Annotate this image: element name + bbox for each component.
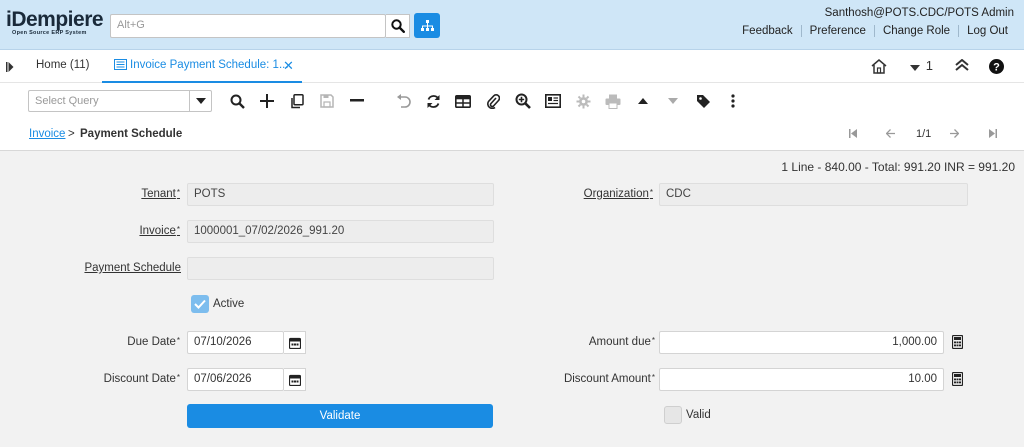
refresh-icon[interactable] (424, 92, 442, 110)
menu-tree-button[interactable] (414, 13, 440, 38)
valid-label: Valid (686, 409, 711, 421)
copy-record-icon[interactable] (288, 92, 306, 110)
due-date-calendar-button[interactable] (284, 331, 306, 354)
due-date-label: Due Date* (127, 336, 180, 348)
last-record-icon[interactable] (989, 129, 997, 141)
tenant-field[interactable]: POTS (187, 183, 494, 206)
undo-icon[interactable] (394, 92, 412, 110)
document-status-line: 1 Line - 840.00 - Total: 991.20 INR = 99… (781, 160, 1015, 174)
user-role-label[interactable]: Santhosh@POTS.CDC/POTS Admin (825, 7, 1014, 19)
breadcrumb: Invoice > Payment Schedule 1/1 (0, 119, 1024, 151)
discount-amount-field[interactable]: 10.00 (659, 368, 944, 391)
payment-schedule-label[interactable]: Payment Schedule (84, 262, 181, 274)
search-icon (390, 19, 405, 33)
breadcrumb-current: Payment Schedule (80, 128, 183, 140)
active-checkbox[interactable] (191, 295, 209, 313)
valid-checkbox[interactable] (664, 406, 682, 424)
previous-record-arrow-icon[interactable] (634, 92, 652, 110)
organization-field[interactable]: CDC (659, 183, 968, 206)
grid-toggle-icon[interactable] (454, 92, 472, 110)
previous-record-icon[interactable] (885, 129, 895, 141)
calendar-icon (288, 337, 301, 349)
invoice-field[interactable]: 1000001_07/02/2026_991.20 (187, 220, 494, 243)
required-mark: * (176, 188, 180, 197)
first-record-icon[interactable] (849, 129, 857, 141)
print-icon[interactable] (604, 92, 622, 110)
discount-amount-label: Discount Amount* (563, 373, 655, 385)
logout-link[interactable]: Log Out (958, 25, 1016, 37)
organization-label[interactable]: Organization* (584, 188, 653, 200)
home-icon[interactable] (871, 59, 887, 77)
query-select-placeholder: Select Query (35, 95, 99, 107)
search-button[interactable] (386, 14, 410, 38)
window-icon (114, 59, 127, 73)
new-record-icon[interactable] (258, 92, 276, 110)
window-tabbar: Home (11) Invoice Payment Schedule: 1...… (0, 50, 1024, 83)
tag-icon[interactable] (694, 92, 712, 110)
checkmark-icon (194, 299, 206, 309)
sitemap-icon (420, 19, 434, 31)
feedback-link[interactable]: Feedback (734, 25, 801, 37)
window-count: 1 (925, 58, 933, 73)
tab-home[interactable]: Home (11) (36, 59, 89, 71)
due-date-field[interactable]: 07/10/2026 (187, 331, 284, 354)
zoom-across-icon[interactable] (514, 92, 532, 110)
global-search-input[interactable]: Alt+G (110, 14, 386, 38)
report-icon[interactable] (544, 92, 562, 110)
close-icon[interactable]: ✕ (283, 58, 294, 74)
query-select[interactable]: Select Query (28, 90, 212, 112)
validate-button[interactable]: Validate (187, 404, 493, 428)
discount-date-label: Discount Date* (103, 373, 180, 385)
window-list-dropdown-icon[interactable] (910, 60, 920, 74)
sidebar-toggle-icon[interactable] (6, 62, 14, 74)
payment-schedule-field[interactable] (187, 257, 494, 280)
tenant-label[interactable]: Tenant* (141, 188, 180, 200)
amount-due-label: Amount due* (588, 336, 655, 348)
preference-link[interactable]: Preference (800, 25, 874, 37)
header-links: Feedback Preference Change Role Log Out (734, 25, 1016, 37)
idempiere-logo[interactable]: iDempiere Open Source ERP System (6, 8, 108, 36)
tab-active-label: Invoice Payment Schedule: 1... (130, 59, 289, 71)
find-icon[interactable] (228, 92, 246, 110)
record-toolbar: Select Query (0, 83, 1024, 119)
more-options-icon[interactable] (724, 92, 742, 110)
discount-date-field[interactable]: 07/06/2026 (187, 368, 284, 391)
next-record-arrow-icon[interactable] (664, 92, 682, 110)
chevron-down-icon[interactable] (189, 91, 211, 111)
amount-due-field[interactable]: 1,000.00 (659, 331, 944, 354)
discount-amount-calculator-icon[interactable] (950, 371, 964, 387)
svg-text:?: ? (993, 62, 1000, 74)
attachment-icon[interactable] (484, 92, 502, 110)
amount-due-calculator-icon[interactable] (950, 334, 964, 350)
delete-record-icon[interactable] (348, 92, 366, 110)
change-role-link[interactable]: Change Role (873, 25, 958, 37)
calendar-icon (288, 374, 301, 386)
collapse-up-icon[interactable] (955, 58, 969, 74)
app-header: iDempiere Open Source ERP System Alt+G S… (0, 0, 1024, 50)
process-gear-icon[interactable] (574, 92, 592, 110)
invoice-label[interactable]: Invoice* (139, 225, 180, 237)
active-label: Active (213, 298, 245, 310)
logo-text: iDempiere (6, 8, 104, 31)
help-icon[interactable]: ? (989, 59, 1004, 77)
save-icon[interactable] (318, 92, 336, 110)
breadcrumb-invoice-link[interactable]: Invoice (29, 128, 65, 140)
record-counter: 1/1 (916, 128, 932, 140)
breadcrumb-separator: > (68, 128, 75, 140)
discount-date-calendar-button[interactable] (284, 368, 306, 391)
tab-invoice-payment-schedule[interactable]: Invoice Payment Schedule: 1... ✕ (102, 50, 302, 83)
next-record-icon[interactable] (950, 129, 960, 141)
